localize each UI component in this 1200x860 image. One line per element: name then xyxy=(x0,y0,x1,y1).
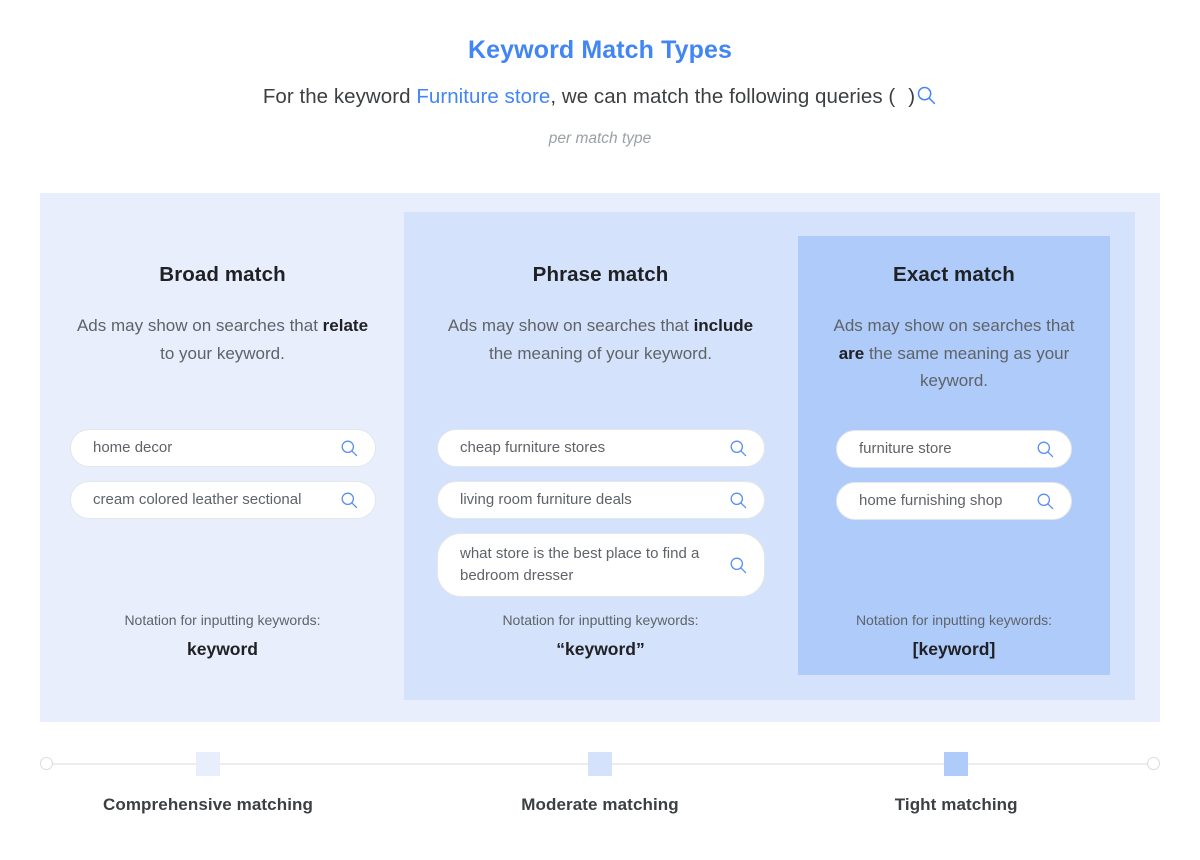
scale-endpoint-circle-right xyxy=(1147,757,1160,770)
scale-label-row: Comprehensive matching Moderate matching… xyxy=(40,793,1160,821)
scale-marker-moderate xyxy=(588,752,612,776)
query-text: living room furniture deals xyxy=(460,491,632,508)
query-pill[interactable]: cream colored leather sectional xyxy=(70,481,376,519)
subtitle-note: per match type xyxy=(548,130,652,147)
query-text: cheap furniture stores xyxy=(460,439,606,456)
query-list-broad: home decor cream colored leather section… xyxy=(70,429,376,533)
query-pill[interactable]: living room furniture deals xyxy=(437,481,765,519)
desc-part-a: Ads may show on searches that xyxy=(833,316,1075,335)
notation-value: [keyword] xyxy=(912,639,996,659)
subtitle: For the keyword Furniture store, we can … xyxy=(0,82,1200,115)
query-text: home furnishing shop xyxy=(859,492,1003,509)
query-list-exact: furniture store home furnishing shop xyxy=(836,430,1072,534)
query-pill[interactable]: home furnishing shop xyxy=(836,482,1072,520)
query-list-phrase: cheap furniture stores living room furni… xyxy=(437,429,765,611)
search-icon xyxy=(729,439,748,458)
header: Keyword Match Types For the keyword Furn… xyxy=(0,34,1200,149)
column-desc-broad: Ads may show on searches that relate to … xyxy=(70,312,375,367)
query-pill[interactable]: cheap furniture stores xyxy=(437,429,765,467)
matching-scale xyxy=(40,752,1160,778)
notation-phrase: Notation for inputting keywords: “keywor… xyxy=(437,610,764,660)
desc-emphasis: relate xyxy=(322,316,369,335)
column-broad-match: Broad match Ads may show on searches tha… xyxy=(70,262,375,367)
page-title: Keyword Match Types xyxy=(468,36,732,64)
notation-label: Notation for inputting keywords: xyxy=(855,612,1053,628)
subtitle-pre-text: For the keyword xyxy=(262,85,417,108)
desc-part-b: the same meaning as your keyword. xyxy=(864,343,1070,391)
column-title-broad: Broad match xyxy=(159,263,286,286)
query-pill[interactable]: home decor xyxy=(70,429,376,467)
search-icon xyxy=(340,491,359,510)
notation-broad: Notation for inputting keywords: keyword xyxy=(70,610,375,660)
scale-label-comprehensive: Comprehensive matching xyxy=(102,795,314,814)
query-text: furniture store xyxy=(859,440,952,457)
notation-value: “keyword” xyxy=(556,639,645,659)
column-desc-phrase: Ads may show on searches that include th… xyxy=(437,312,764,367)
scale-marker-comprehensive xyxy=(196,752,220,776)
notation-label: Notation for inputting keywords: xyxy=(502,612,699,628)
scale-marker-tight xyxy=(944,752,969,776)
column-phrase-match: Phrase match Ads may show on searches th… xyxy=(437,262,764,367)
search-icon xyxy=(916,85,937,115)
scale-label-moderate: Moderate matching xyxy=(521,795,679,814)
search-icon xyxy=(1036,440,1055,459)
desc-part-b: to your keyword. xyxy=(160,343,285,363)
column-desc-exact: Ads may show on searches that are the sa… xyxy=(828,312,1080,395)
search-icon xyxy=(729,491,748,510)
desc-part-a: Ads may show on searches that xyxy=(447,316,694,335)
subtitle-post-text: , we can match the following queries ( xyxy=(550,85,896,108)
search-icon xyxy=(729,556,748,575)
scale-endpoint-circle-left xyxy=(40,757,53,770)
query-text: home decor xyxy=(93,439,173,456)
desc-emphasis: include xyxy=(693,316,754,335)
desc-emphasis: are xyxy=(838,343,865,363)
search-icon xyxy=(340,439,359,458)
column-exact-match: Exact match Ads may show on searches tha… xyxy=(828,262,1080,395)
column-title-phrase: Phrase match xyxy=(532,263,669,286)
desc-part-b: the meaning of your keyword. xyxy=(488,343,712,363)
desc-part-a: Ads may show on searches that xyxy=(76,316,323,335)
subtitle-keyword: Furniture store xyxy=(416,85,551,108)
search-icon xyxy=(1036,492,1055,511)
notation-exact: Notation for inputting keywords: [keywor… xyxy=(828,610,1080,660)
query-text: cream colored leather sectional xyxy=(93,491,302,508)
scale-label-tight: Tight matching xyxy=(894,795,1018,814)
subtitle-close-paren: ) xyxy=(908,85,916,108)
notation-label: Notation for inputting keywords: xyxy=(124,612,321,628)
query-pill[interactable]: furniture store xyxy=(836,430,1072,468)
notation-value: keyword xyxy=(187,639,258,659)
query-pill[interactable]: what store is the best place to find a b… xyxy=(437,533,765,597)
column-title-exact: Exact match xyxy=(893,263,1015,286)
query-text: what store is the best place to find a b… xyxy=(460,545,700,584)
infographic-root: Keyword Match Types For the keyword Furn… xyxy=(0,0,1200,860)
